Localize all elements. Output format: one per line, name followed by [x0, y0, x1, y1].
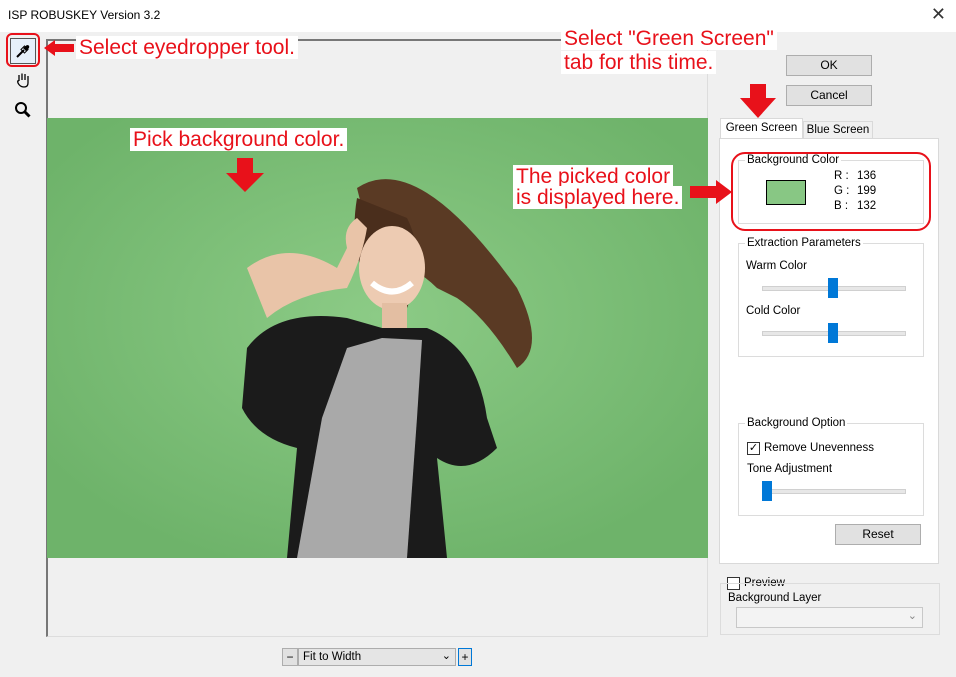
annotation-eyedropper: Select eyedropper tool.	[76, 36, 298, 59]
window-title: ISP ROBUSKEY Version 3.2	[8, 8, 161, 22]
cancel-button[interactable]: Cancel	[786, 85, 872, 106]
background-layer-select[interactable]: ⌄	[736, 607, 923, 628]
background-option-legend: Background Option	[747, 417, 846, 429]
hand-icon	[17, 73, 29, 88]
zoom-mode-value: Fit to Width	[303, 651, 362, 663]
tone-adjustment-label: Tone Adjustment	[747, 463, 833, 475]
annotation-pick: Pick background color.	[130, 128, 348, 151]
annotation-picked-line1: The picked color	[513, 165, 674, 188]
cold-color-label: Cold Color	[746, 305, 801, 317]
zoom-out-button[interactable]: −	[282, 648, 298, 666]
warm-color-slider[interactable]	[828, 278, 838, 298]
remove-unevenness-label: Remove Unevenness	[764, 442, 874, 454]
extraction-parameters-legend: Extraction Parameters	[747, 237, 861, 249]
reset-button[interactable]: Reset	[835, 524, 921, 545]
arrow-left-icon	[44, 40, 74, 56]
remove-unevenness-checkbox[interactable]: ✓	[747, 442, 760, 455]
annotation-tab-line2: tab for this time.	[561, 51, 717, 74]
tone-adjustment-track	[762, 489, 906, 494]
zoom-in-button[interactable]: +	[458, 648, 472, 666]
cold-color-slider[interactable]	[828, 323, 838, 343]
warm-color-label: Warm Color	[746, 260, 807, 272]
background-color-highlight	[731, 152, 931, 231]
title-bar: ISP ROBUSKEY Version 3.2 ✕	[0, 0, 956, 32]
tab-green-screen[interactable]: Green Screen	[720, 118, 803, 139]
arrow-down-icon	[740, 84, 776, 118]
zoom-mode-select[interactable]: Fit to Width ⌄	[298, 648, 456, 666]
zoom-icon	[15, 102, 31, 118]
arrow-down-icon	[226, 158, 264, 192]
chevron-down-icon: ⌄	[907, 610, 917, 622]
annotation-picked-line2: is displayed here.	[513, 186, 683, 209]
chevron-down-icon: ⌄	[441, 650, 451, 662]
background-layer-label: Background Layer	[728, 592, 822, 604]
tab-blue-screen[interactable]: Blue Screen	[803, 121, 873, 139]
ok-button[interactable]: OK	[786, 55, 872, 76]
zoom-tool-button[interactable]	[11, 98, 35, 122]
hand-tool-button[interactable]	[11, 68, 35, 92]
eyedropper-highlight	[6, 33, 40, 67]
annotation-tab-line1: Select "Green Screen"	[561, 27, 777, 50]
arrow-right-icon	[690, 180, 732, 204]
tone-adjustment-slider[interactable]	[762, 481, 772, 501]
close-icon[interactable]: ✕	[931, 4, 946, 25]
